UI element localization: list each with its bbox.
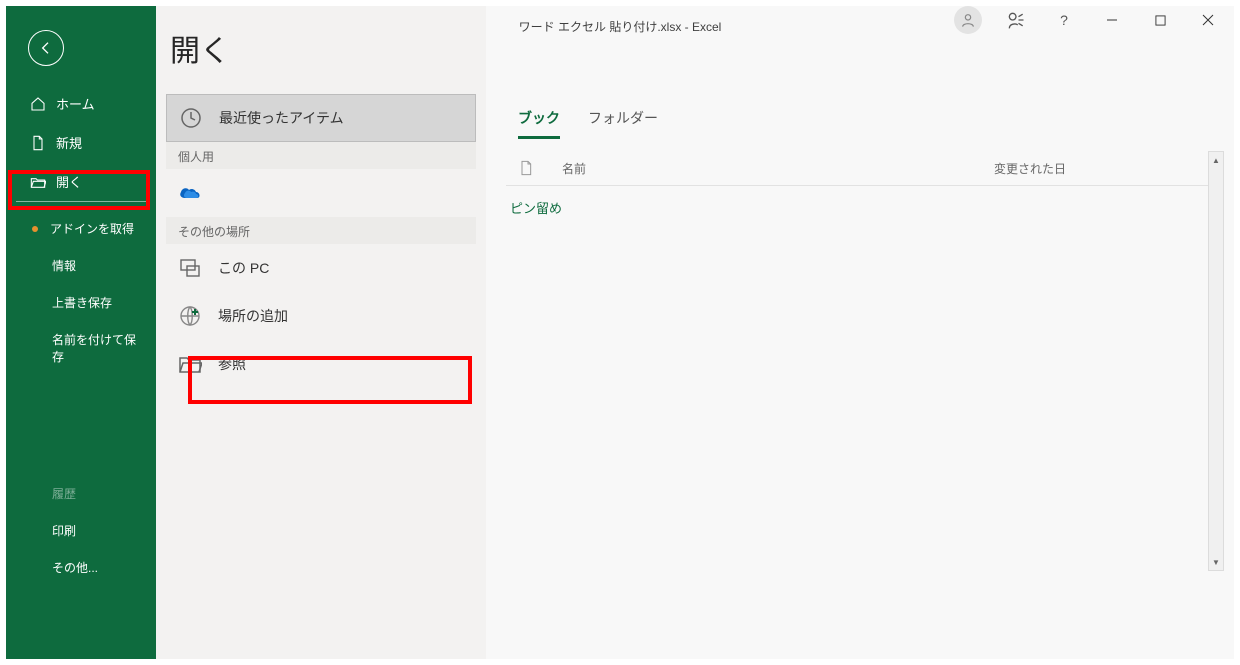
folder-icon	[178, 352, 202, 376]
place-browse-label: 参照	[218, 354, 246, 374]
maximize-button[interactable]	[1138, 6, 1182, 34]
nav-save[interactable]: 上書き保存	[6, 284, 156, 321]
place-recent-label: 最近使ったアイテム	[219, 108, 344, 128]
scroll-up-icon[interactable]: ▲	[1209, 152, 1223, 168]
nav-other[interactable]: その他...	[6, 549, 156, 586]
arrow-left-icon	[38, 40, 54, 56]
megaphone-icon	[1006, 10, 1026, 30]
places-panel: 開く 最近使ったアイテム 個人用 その他の場所 この PC	[156, 6, 486, 659]
nav-history-label: 履歴	[52, 485, 76, 502]
clock-icon	[179, 106, 203, 130]
content-area: ? ワード エクセル 貼り付け.xlsx - Excel ブック フォルダー 名…	[486, 6, 1234, 659]
nav-open[interactable]: 開く	[16, 162, 146, 202]
help-icon: ?	[1060, 12, 1068, 28]
folder-open-icon	[30, 174, 46, 190]
nav-saveas[interactable]: 名前を付けて保存	[6, 321, 156, 375]
home-icon	[30, 96, 46, 112]
window-title: ワード エクセル 貼り付け.xlsx - Excel	[519, 18, 722, 35]
nav-saveas-label: 名前を付けて保存	[52, 331, 146, 365]
nav-new[interactable]: 新規	[6, 123, 156, 162]
place-addlocation[interactable]: 場所の追加	[166, 292, 476, 340]
avatar-icon	[954, 6, 982, 34]
page-title: 開く	[170, 26, 486, 70]
place-onedrive[interactable]	[166, 169, 476, 217]
nav-home-label: ホーム	[56, 94, 95, 113]
scroll-down-icon[interactable]: ▼	[1209, 554, 1223, 570]
nav-info-label: 情報	[52, 257, 76, 274]
place-thispc[interactable]: この PC	[166, 244, 476, 292]
help-button[interactable]: ?	[1042, 6, 1086, 34]
close-button[interactable]	[1186, 6, 1230, 34]
tab-folder[interactable]: フォルダー	[588, 108, 658, 139]
col-date[interactable]: 変更された日	[994, 160, 1066, 177]
place-recent[interactable]: 最近使ったアイテム	[166, 94, 476, 142]
maximize-icon	[1155, 15, 1166, 26]
coming-soon-button[interactable]	[994, 6, 1038, 34]
nav-info[interactable]: 情報	[6, 247, 156, 284]
document-icon	[30, 135, 46, 151]
file-tabs: ブック フォルダー	[486, 38, 1234, 139]
col-name[interactable]: 名前	[562, 160, 586, 177]
onedrive-icon	[178, 181, 202, 205]
nav-home[interactable]: ホーム	[6, 84, 156, 123]
document-icon	[518, 159, 534, 177]
nav-other-label: その他...	[52, 559, 98, 576]
minimize-button[interactable]	[1090, 6, 1134, 34]
scrollbar[interactable]: ▲ ▼	[1208, 151, 1224, 571]
nav-addins-label: アドインを取得	[50, 220, 134, 237]
nav-print-label: 印刷	[52, 522, 76, 539]
place-addlocation-label: 場所の追加	[218, 306, 288, 326]
nav-open-label: 開く	[56, 172, 82, 191]
section-other: その他の場所	[166, 217, 476, 244]
pc-icon	[178, 256, 202, 280]
addins-indicator-icon	[32, 226, 38, 232]
nav-history: 履歴	[6, 475, 156, 512]
account-button[interactable]	[946, 6, 990, 34]
pinned-section: ピン留め	[506, 186, 1218, 229]
close-icon	[1202, 14, 1214, 26]
place-thispc-label: この PC	[218, 258, 269, 278]
nav-print[interactable]: 印刷	[6, 512, 156, 549]
nav-save-label: 上書き保存	[52, 294, 112, 311]
add-location-icon	[178, 304, 202, 328]
tab-book[interactable]: ブック	[518, 108, 560, 139]
backstage-sidebar: ホーム 新規 開く アドインを取得 情報 上書き保存 名前を付けて保存 履歴 印…	[6, 6, 156, 659]
nav-new-label: 新規	[56, 133, 82, 152]
nav-addins[interactable]: アドインを取得	[6, 210, 156, 247]
minimize-icon	[1106, 14, 1118, 26]
place-browse[interactable]: 参照	[166, 340, 476, 388]
file-list-header: 名前 変更された日	[506, 151, 1218, 186]
back-button[interactable]	[28, 30, 64, 66]
section-personal: 個人用	[166, 142, 476, 169]
